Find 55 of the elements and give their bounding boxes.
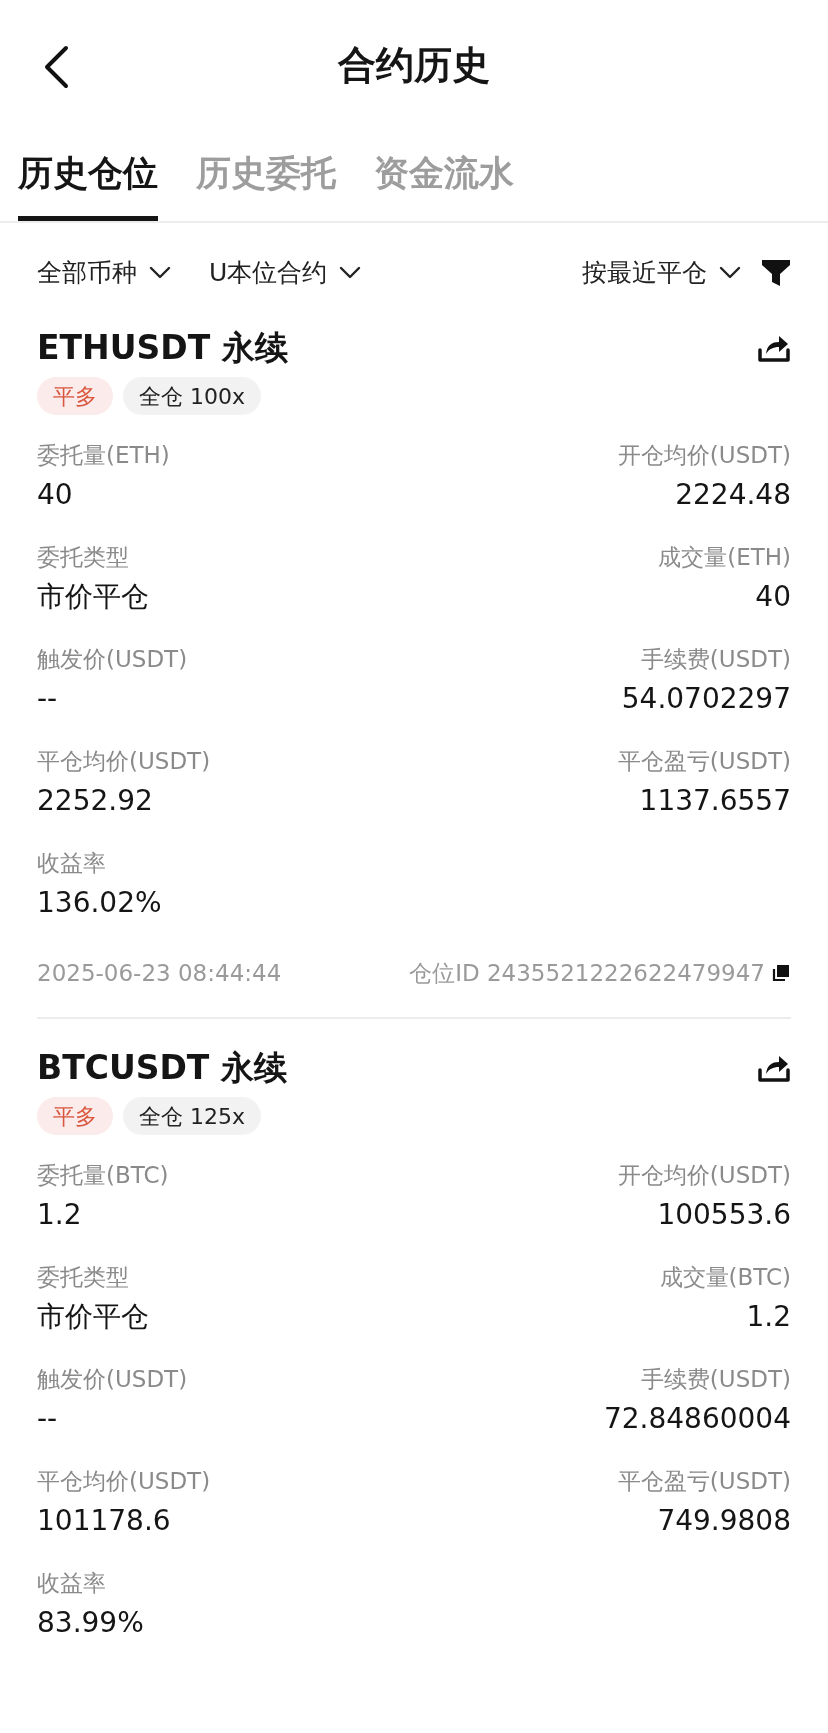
- field-label: 成交量(ETH): [658, 543, 791, 572]
- margin-tag: 全仓 100x: [123, 377, 261, 415]
- field-label: 触发价(USDT): [37, 1365, 188, 1394]
- field-label: 触发价(USDT): [37, 645, 188, 674]
- tab[interactable]: 历史仓位: [18, 130, 158, 221]
- field-value: 40: [37, 477, 73, 513]
- field-value: 1.2: [37, 1197, 82, 1233]
- field-value: --: [37, 1401, 58, 1437]
- field-value: 54.0702297: [621, 681, 791, 717]
- filter-dropdown[interactable]: 全部币种: [37, 254, 171, 292]
- chevron-down-icon: [339, 266, 362, 280]
- field-label: 平仓均价(USDT): [37, 747, 211, 776]
- field-label: 开仓均价(USDT): [617, 441, 791, 470]
- field-value: 40: [755, 579, 791, 615]
- field-value: 1137.6557: [639, 783, 791, 819]
- field-label: 开仓均价(USDT): [617, 1161, 791, 1190]
- field-label: 委托类型: [37, 543, 129, 572]
- side-tag: 平多: [37, 1097, 113, 1135]
- field-label: 平仓盈亏(USDT): [617, 747, 791, 776]
- back-icon[interactable]: [42, 45, 70, 89]
- page-title: 合约历史: [338, 41, 490, 89]
- field-value: --: [37, 681, 58, 717]
- margin-tag: 全仓 125x: [123, 1097, 261, 1135]
- field-value: 市价平仓: [37, 1299, 149, 1335]
- field-value: 101178.6: [37, 1503, 171, 1539]
- field-value: 83.99%: [37, 1605, 144, 1641]
- contract-title: BTCUSDT 永续: [37, 1047, 287, 1090]
- field-value: 1.2: [746, 1299, 791, 1335]
- field-value: 2252.92: [37, 783, 153, 819]
- field-value: 市价平仓: [37, 579, 149, 615]
- close-time: 2025-06-23 08:44:44: [37, 958, 282, 988]
- field-label: 收益率: [37, 849, 106, 878]
- field-value: 72.84860004: [603, 1401, 791, 1437]
- side-tag: 平多: [37, 377, 113, 415]
- copy-icon[interactable]: [771, 963, 791, 983]
- field-label: 委托量(ETH): [37, 441, 170, 470]
- position-id: 仓位ID 2435521222622479947: [409, 958, 765, 988]
- chevron-down-icon: [719, 266, 741, 280]
- field-value: 136.02%: [37, 885, 162, 921]
- chevron-down-icon: [149, 266, 171, 280]
- sort-dropdown[interactable]: 按最近平仓: [582, 254, 741, 292]
- field-label: 收益率: [37, 1569, 106, 1598]
- field-label: 手续费(USDT): [640, 1365, 791, 1394]
- field-label: 委托量(BTC): [37, 1161, 169, 1190]
- field-label: 平仓均价(USDT): [37, 1467, 211, 1496]
- contract-title: ETHUSDT 永续: [37, 327, 288, 370]
- filter-icon[interactable]: [761, 259, 791, 287]
- field-label: 成交量(BTC): [659, 1263, 791, 1292]
- field-value: 749.9808: [657, 1503, 791, 1539]
- field-value: 100553.6: [657, 1197, 791, 1233]
- field-label: 委托类型: [37, 1263, 129, 1292]
- filter-dropdown[interactable]: U本位合约: [209, 254, 362, 292]
- field-value: 2224.48: [675, 477, 791, 513]
- field-label: 手续费(USDT): [640, 645, 791, 674]
- field-label: 平仓盈亏(USDT): [617, 1467, 791, 1496]
